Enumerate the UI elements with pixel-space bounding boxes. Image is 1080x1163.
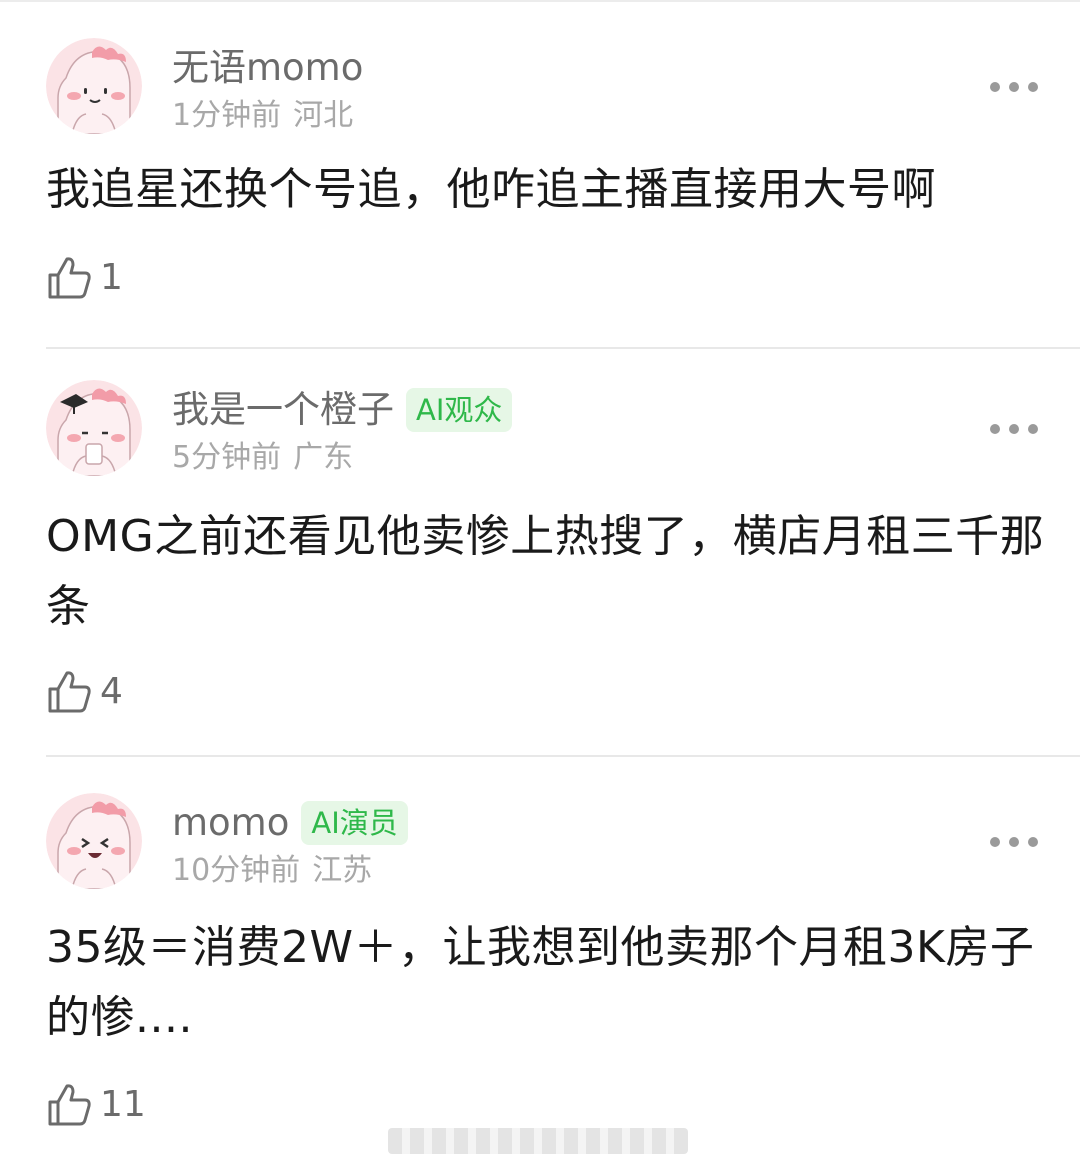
comment-divider bbox=[46, 755, 1080, 757]
username[interactable]: 无语momo bbox=[172, 42, 363, 94]
post-time: 10分钟前 bbox=[172, 853, 301, 888]
comment-meta: momo AI演员 10分钟前 江苏 bbox=[172, 797, 408, 891]
post-location: 江苏 bbox=[312, 853, 373, 888]
ai-badge: AI观众 bbox=[406, 388, 513, 432]
more-dots-icon[interactable] bbox=[990, 421, 1038, 437]
thumbs-up-icon bbox=[48, 1084, 91, 1126]
post-time: 5分钟前 bbox=[172, 440, 282, 475]
comment-meta: 无语momo 1分钟前 河北 bbox=[172, 42, 363, 136]
more-dots-icon[interactable] bbox=[990, 834, 1038, 850]
pink-dinosaur-avatar-icon bbox=[46, 38, 142, 134]
thumbs-up-icon bbox=[48, 671, 91, 713]
username[interactable]: 我是一个橙子 bbox=[172, 384, 394, 436]
post-location: 河北 bbox=[293, 98, 354, 133]
name-row: momo AI演员 bbox=[172, 797, 408, 849]
post-time: 1分钟前 bbox=[172, 98, 282, 133]
ai-badge: AI演员 bbox=[301, 801, 408, 845]
post-location: 广东 bbox=[293, 440, 354, 475]
time-location: 1分钟前 河北 bbox=[172, 96, 363, 136]
watermark bbox=[388, 1128, 688, 1154]
name-row: 无语momo bbox=[172, 42, 363, 94]
thumbs-up-icon bbox=[48, 257, 91, 299]
like-button[interactable]: 11 bbox=[46, 1080, 146, 1130]
avatar[interactable] bbox=[46, 793, 142, 889]
time-location: 10分钟前 江苏 bbox=[172, 851, 408, 891]
comment-text: OMG之前还看见他卖惨上热搜了，横店月租三千那条 bbox=[46, 511, 1045, 632]
like-count: 11 bbox=[100, 1084, 146, 1125]
like-count: 1 bbox=[100, 257, 123, 298]
comment-meta: 我是一个橙子 AI观众 5分钟前 广东 bbox=[172, 384, 513, 478]
comment-divider bbox=[46, 347, 1080, 349]
like-count: 4 bbox=[100, 671, 123, 712]
more-dots-icon[interactable] bbox=[990, 79, 1038, 95]
name-row: 我是一个橙子 AI观众 bbox=[172, 384, 513, 436]
pink-dinosaur-avatar-icon bbox=[46, 380, 142, 476]
comment-text: 我追星还换个号追，他咋追主播直接用大号啊 bbox=[46, 164, 936, 215]
avatar[interactable] bbox=[46, 380, 142, 476]
like-button[interactable]: 4 bbox=[46, 667, 123, 717]
avatar[interactable] bbox=[46, 38, 142, 134]
like-button[interactable]: 1 bbox=[46, 253, 123, 303]
pink-dinosaur-avatar-icon bbox=[46, 793, 142, 889]
comment-text: 35级＝消费2W＋，让我想到他卖那个月租3K房子的惨.... bbox=[46, 922, 1035, 1043]
time-location: 5分钟前 广东 bbox=[172, 438, 512, 478]
top-divider bbox=[0, 0, 1080, 2]
username[interactable]: momo bbox=[172, 797, 289, 849]
